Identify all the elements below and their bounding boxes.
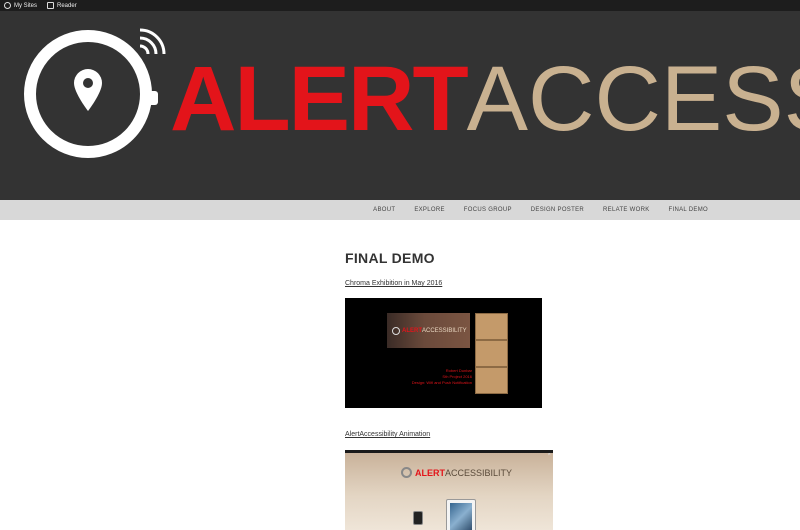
nav-item-final-demo[interactable]: FINAL DEMO	[669, 207, 708, 213]
video-player-chroma[interactable]: ALERT ACCESSIBILITY Robert Dunbar Sth Pro…	[345, 298, 542, 408]
chroma-exhibition-link[interactable]: Chroma Exhibition in May 2016	[345, 280, 442, 287]
nav-item-relate-work[interactable]: RELATE WORK	[603, 207, 650, 213]
logo-ring-icon	[401, 467, 412, 478]
close-icon[interactable]: ×	[547, 453, 551, 458]
tablet-screen	[450, 503, 472, 530]
my-sites-label: My Sites	[14, 2, 38, 9]
site-header: ALERTACCESS	[0, 11, 800, 200]
credit-line: Design: Wifi and Push Notification	[411, 380, 472, 385]
tablet-icon	[446, 499, 476, 530]
brand-access-text: ACCESS	[466, 48, 800, 150]
logo-ring-icon	[392, 326, 400, 335]
page-title: FINAL DEMO	[345, 250, 435, 266]
poster-panels	[475, 313, 508, 396]
video-brand-access: ACCESSIBILITY	[445, 467, 513, 478]
nav-item-design-poster[interactable]: DESIGN POSTER	[531, 207, 584, 213]
poster-panel	[475, 367, 508, 394]
brand-alert-text: ALERT	[170, 48, 469, 150]
content-area: FINAL DEMO	[345, 250, 765, 266]
poster-panel	[475, 313, 508, 340]
reader-icon	[47, 2, 55, 9]
video-brand-access: ACCESSIBILITY	[422, 327, 467, 334]
main-nav: ABOUT EXPLORE FOCUS GROUP DESIGN POSTER …	[0, 200, 800, 220]
nav-item-explore[interactable]: EXPLORE	[414, 207, 444, 213]
site-logo-wordmark[interactable]: ALERTACCESS	[170, 49, 800, 149]
video-title-card: ALERT ACCESSIBILITY	[387, 313, 470, 348]
video-player-animation[interactable]: × ALERT ACCESSIBILITY	[345, 450, 553, 530]
video-brand: ALERT ACCESSIBILITY	[401, 467, 512, 478]
my-sites-menu[interactable]: My Sites	[4, 2, 37, 9]
nav-list: ABOUT EXPLORE FOCUS GROUP DESIGN POSTER …	[373, 200, 708, 220]
poster-panel	[475, 340, 508, 367]
video-brand-alert: ALERT	[402, 327, 422, 334]
video-brand-alert: ALERT	[415, 467, 445, 478]
reader-menu[interactable]: Reader	[47, 2, 77, 9]
admin-bar: My Sites Reader	[0, 0, 800, 11]
video-credits: Robert Dunbar Sth Project 2016 Design: W…	[397, 368, 472, 386]
wordpress-icon	[4, 2, 11, 9]
animation-link[interactable]: AlertAccessibility Animation	[345, 431, 430, 438]
smartwatch-icon	[413, 511, 423, 525]
nav-item-focus-group[interactable]: FOCUS GROUP	[464, 207, 512, 213]
nav-item-about[interactable]: ABOUT	[373, 207, 395, 213]
reader-label: Reader	[57, 2, 77, 9]
location-ring-logo-icon[interactable]	[0, 11, 170, 200]
